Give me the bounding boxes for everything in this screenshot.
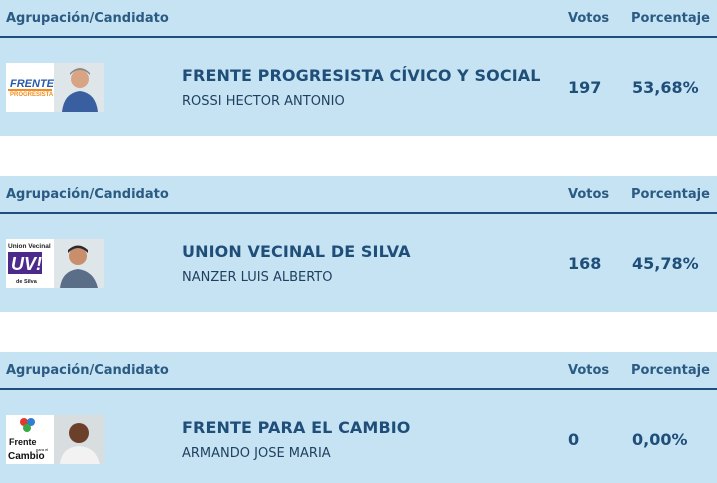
header-votes: Votos: [568, 11, 610, 26]
header-party-candidate: Agrupación/Candidato: [6, 11, 169, 26]
result-row: Frente para el Cambio FRENTE PARA EL CAM…: [0, 390, 717, 483]
votes-count: 168: [568, 254, 602, 273]
candidate-name: NANZER LUIS ALBERTO: [182, 270, 333, 285]
party-logo: Frente para el Cambio: [6, 415, 104, 464]
table-header: Agrupación/Candidato Votos Porcentaje: [0, 0, 717, 38]
header-party-candidate: Agrupación/Candidato: [6, 363, 169, 378]
logo-text: Frente: [9, 437, 37, 447]
party-logo: FRENTE PROGRESISTA: [6, 63, 104, 112]
logo-text: UV!: [11, 254, 42, 274]
party-name: FRENTE PARA EL CAMBIO: [182, 418, 411, 437]
logo-text: FRENTE: [10, 78, 55, 90]
candidate-name: ROSSI HECTOR ANTONIO: [182, 94, 345, 109]
logo-text: PROGRESISTA: [10, 92, 54, 98]
header-votes: Votos: [568, 363, 610, 378]
header-percentage: Porcentaje: [631, 363, 710, 378]
candidate-name: ARMANDO JOSE MARIA: [182, 446, 331, 461]
vote-percentage: 0,00%: [632, 430, 688, 449]
header-votes: Votos: [568, 187, 610, 202]
table-header: Agrupación/Candidato Votos Porcentaje: [0, 352, 717, 390]
logo-text: Cambio: [8, 451, 45, 462]
result-row: FRENTE PROGRESISTA FRENTE PROGRESISTA CÍ…: [0, 38, 717, 136]
header-percentage: Porcentaje: [631, 187, 710, 202]
party-name: FRENTE PROGRESISTA CÍVICO Y SOCIAL: [182, 66, 541, 85]
result-block-2: Agrupación/Candidato Votos Porcentaje Un…: [0, 176, 717, 312]
vote-percentage: 45,78%: [632, 254, 699, 273]
result-block-1: Agrupación/Candidato Votos Porcentaje FR…: [0, 0, 717, 136]
header-party-candidate: Agrupación/Candidato: [6, 187, 169, 202]
party-name: UNION VECINAL DE SILVA: [182, 242, 411, 261]
logo-text: de Silva: [16, 279, 38, 285]
header-percentage: Porcentaje: [631, 11, 710, 26]
party-logo: Union Vecinal UV! de Silva: [6, 239, 104, 288]
logo-text: Union Vecinal: [8, 243, 51, 250]
votes-count: 0: [568, 430, 580, 449]
votes-count: 197: [568, 78, 602, 97]
result-block-3: Agrupación/Candidato Votos Porcentaje Fr…: [0, 352, 717, 483]
vote-percentage: 53,68%: [632, 78, 699, 97]
result-row: Union Vecinal UV! de Silva UNION VECINAL…: [0, 214, 717, 312]
table-header: Agrupación/Candidato Votos Porcentaje: [0, 176, 717, 214]
